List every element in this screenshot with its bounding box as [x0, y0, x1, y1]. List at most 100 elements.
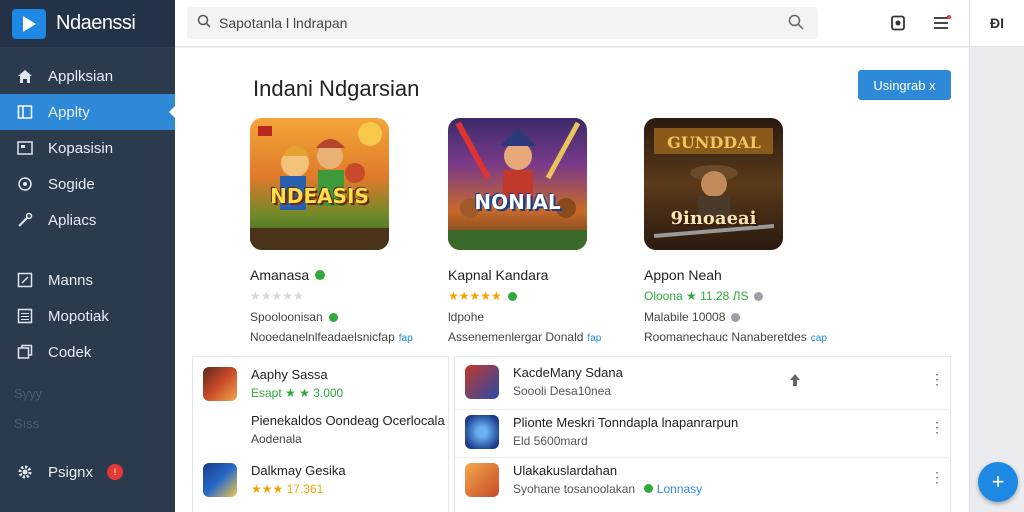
gear-icon [16, 463, 34, 481]
list-item-title: Pienekaldos Oondeag Ocerlocala [251, 413, 445, 428]
app-thumbnail[interactable]: NONIAL [448, 118, 587, 250]
sidebar-item-applty[interactable]: Applty [0, 94, 175, 130]
menu-icon[interactable] [931, 12, 953, 34]
book-icon [16, 103, 34, 121]
sidebar-item-codek[interactable]: Codek [0, 334, 175, 370]
home-icon [16, 67, 34, 85]
search-bar[interactable] [187, 7, 818, 39]
verified-icon [328, 312, 338, 322]
list-item[interactable]: KacdeMany Sdana Soooli Desa10nea [465, 365, 623, 399]
info-icon [754, 291, 764, 301]
sidebar-item-label: Apliacs [48, 211, 97, 229]
sidebar-item-label: Mopotiak [48, 307, 109, 325]
app-subtitle: ldpohe [448, 310, 485, 324]
list-item[interactable]: Aaphy Sassa Esapt ★ ★ 3.000 [203, 367, 343, 401]
app-name: Kapnal Kandara [448, 267, 549, 283]
list-item-subtitle: Eld 5600mard [513, 434, 588, 448]
list-item-title: Aaphy Sassa [251, 367, 328, 382]
list-item-tag: Lonnasy [656, 482, 703, 496]
app-subtitle: Spooloonisan [250, 310, 323, 324]
verified-icon [315, 270, 326, 280]
list-item[interactable]: Pienekaldos Oondeag Ocerlocala Aodenala [203, 413, 445, 446]
app-thumbnail[interactable]: NDEASIS [250, 118, 389, 250]
list-icon [16, 307, 34, 325]
list-item-rating: ★★★ 17.361 [251, 482, 324, 496]
sidebar-nav: Applksian Applty Kopasisin Sogide Apliac… [0, 58, 175, 238]
topbar [175, 0, 969, 47]
app-name: Amanasa [250, 267, 310, 283]
right-list-panel: KacdeMany Sdana Soooli Desa10nea ⋮ Plion… [454, 356, 951, 512]
divider [455, 457, 950, 458]
verified-icon [507, 291, 517, 301]
sidebar-nav-secondary: Manns Mopotiak Codek [0, 262, 175, 370]
app-description: Nooedanelnlfeadaelsnicfap [250, 330, 395, 344]
sidebar-item-manns[interactable]: Manns [0, 262, 175, 298]
app-icon [465, 365, 499, 399]
app-card[interactable]: NONIAL Kapnal Kandara ★★★★★ ldpohe Assen… [448, 118, 638, 344]
edit-icon [16, 271, 34, 289]
screen-icon [16, 139, 34, 157]
sidebar-item-kopasisin[interactable]: Kopasisin [0, 130, 175, 166]
sidebar-item-label: Codek [48, 343, 92, 361]
sidebar-item-sogide[interactable]: Sogide [0, 166, 175, 202]
app-tag: fap [398, 333, 413, 344]
sidebar-item-label: Manns [48, 271, 94, 289]
pin-icon[interactable] [790, 373, 800, 389]
list-item-title: Ulakakuslardahan [513, 463, 618, 478]
more-options-icon[interactable]: ⋮ [930, 469, 944, 486]
sidebar-item-applksian[interactable]: Applksian [0, 58, 175, 94]
divider [455, 409, 950, 410]
primary-action-button[interactable]: Usingrab x [858, 70, 951, 100]
sidebar-item-label: Applksian [48, 67, 114, 85]
list-item[interactable]: Dalkmay Gesika ★★★ 17.361 [203, 463, 346, 497]
list-item[interactable]: Plionte Meskri Tonndapla lnapanrarpun El… [465, 415, 738, 449]
sidebar-item-label: Kopasisin [48, 139, 114, 157]
svg-text:GUNDDAL: GUNDDAL [667, 133, 761, 152]
app-icon [465, 415, 499, 449]
app-icon [465, 463, 499, 497]
app-card[interactable]: NDEASIS Amanasa ★★★★★ Spooloonisan Nooed… [250, 118, 440, 344]
sidebar-item-psignx[interactable]: Psignx ! [0, 454, 175, 490]
list-item-subtitle: Syohane tosanoolakan [513, 482, 636, 496]
list-item-title: Plionte Meskri Tonndapla lnapanrarpun [513, 415, 739, 430]
sidebar-item-label: Applty [48, 103, 90, 121]
right-rail: ƉI [969, 0, 1024, 512]
list-item-title: Dalkmay Gesika [251, 463, 346, 478]
camera-icon[interactable] [887, 12, 909, 34]
app-description: Roomanechauc Nanaberetdes [644, 330, 807, 344]
list-item-subtitle: Soooli Desa10nea [513, 384, 612, 398]
thumbnail-text: 9inoaeai [670, 208, 757, 229]
list-item-rating: Esapt ★ ★ 3.000 [251, 386, 344, 400]
app-name: Appon Neah [644, 267, 722, 283]
sidebar-item-apliacs[interactable]: Apliacs [0, 202, 175, 238]
page-title: Indani Ndgarsian [253, 76, 420, 101]
rating-stars: ★★★★★ [448, 289, 638, 303]
app-tag: fap [587, 333, 602, 344]
sidebar: Ndaenssi Applksian Applty Kopasisin Sogi… [0, 0, 175, 512]
sidebar-item-mopotiak[interactable]: Mopotiak [0, 298, 175, 334]
info-icon [731, 312, 741, 322]
add-fab-button[interactable]: + [978, 462, 1018, 502]
brand[interactable]: Ndaenssi [0, 0, 175, 47]
app-title: Ndaenssi [56, 12, 136, 34]
search-input[interactable] [219, 15, 779, 31]
app-card[interactable]: GUNDDAL 9inoaeai Appon Neah Oloona ★ 11.… [644, 118, 834, 344]
rating-stars: ★★★★★ [250, 289, 304, 303]
thumbnail-text: NONIAL [474, 190, 561, 214]
app-description: Assenemenlergar Donald [448, 330, 584, 344]
rail-label[interactable]: ƉI [970, 0, 1024, 47]
thumbnail-text: NDEASIS [270, 184, 369, 208]
sidebar-item-label: Psignx [48, 463, 94, 481]
app-thumbnail[interactable]: GUNDDAL 9inoaeai [644, 118, 783, 250]
rating-stars: Oloona ★ 11.28 ЛS [644, 289, 834, 303]
list-item[interactable]: Ulakakuslardahan Syohane tosanoolakan Lo… [465, 463, 702, 497]
list-item-title: KacdeMany Sdana [513, 365, 623, 380]
more-options-icon[interactable]: ⋮ [930, 419, 944, 436]
more-options-icon[interactable]: ⋮ [930, 371, 944, 388]
main-content: Indani Ndgarsian Usingrab x NDEASIS Aman… [175, 48, 969, 512]
copy-icon [16, 343, 34, 361]
sidebar-faded-text: Syyy [14, 385, 43, 401]
search-submit-icon[interactable] [788, 14, 804, 35]
sidebar-faded-text: Sıss [14, 415, 40, 431]
wrench-icon [16, 211, 34, 229]
